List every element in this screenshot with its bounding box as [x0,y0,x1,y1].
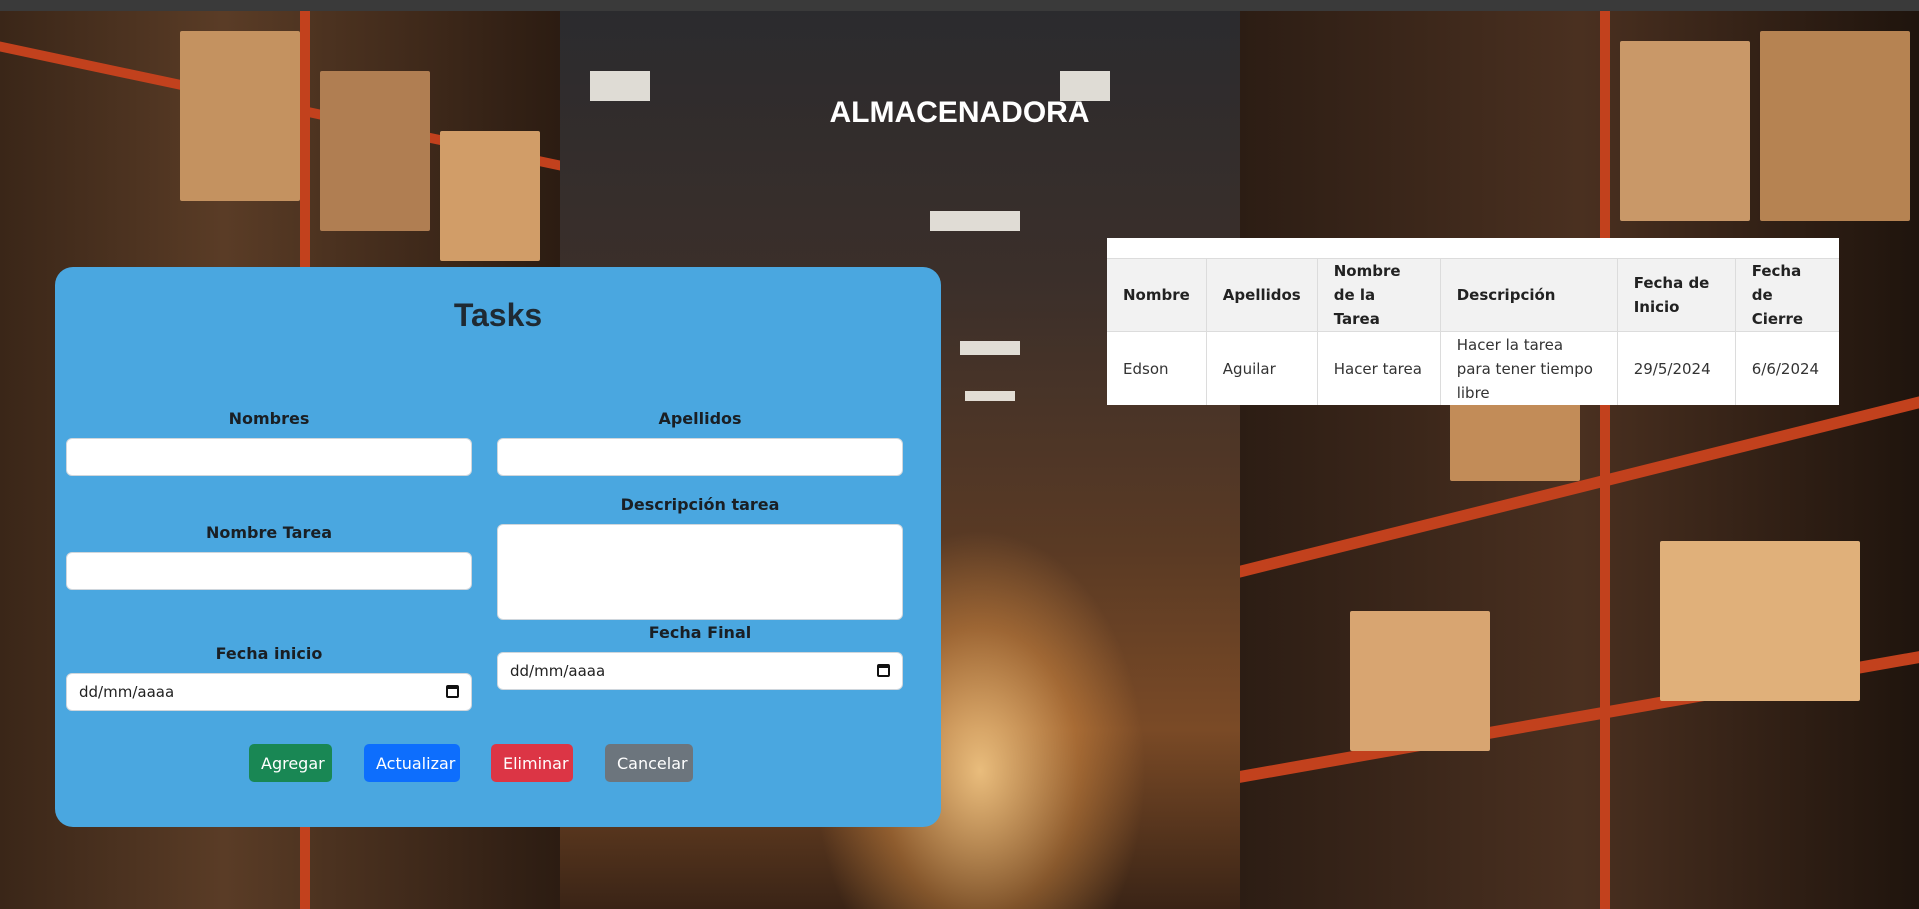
crate [1620,41,1750,221]
fecha-inicio-label: Fecha inicio [215,644,323,663]
cancelar-button[interactable]: Cancelar [605,744,693,782]
calendar-icon[interactable] [877,664,890,677]
cell-apellidos: Aguilar [1206,331,1318,405]
fecha-inicio-input[interactable]: dd/mm/aaaa [66,673,472,711]
eliminar-button[interactable]: Eliminar [491,744,573,782]
shelf-post [1600,11,1610,909]
ceiling-light [965,391,1015,401]
actualizar-button[interactable]: Actualizar [364,744,460,782]
table-header-row: Nombre Apellidos Nombre de la Tarea Desc… [1107,258,1839,332]
tasks-table-container: Nombre Apellidos Nombre de la Tarea Desc… [1107,238,1839,405]
fecha-final-input[interactable]: dd/mm/aaaa [497,652,903,690]
apellidos-input[interactable] [497,438,903,476]
apellidos-label: Apellidos [658,409,742,428]
descripcion-textarea[interactable] [497,524,903,620]
crate [440,131,540,261]
calendar-icon[interactable] [446,685,459,698]
crate [1660,541,1860,701]
header-fecha-cierre: Fecha de Cierre [1735,258,1839,332]
page-title: ALMACENADORA [829,96,1090,129]
fecha-inicio-placeholder: dd/mm/aaaa [79,683,175,701]
table-row[interactable]: Edson Aguilar Hacer tarea Hacer la tarea… [1107,331,1839,405]
cell-fecha-inicio: 29/5/2024 [1617,331,1736,405]
header-fecha-inicio: Fecha de Inicio [1617,258,1736,332]
cell-descripcion: Hacer la tarea para tener tiempo libre [1440,331,1618,405]
fecha-final-field: Fecha Final dd/mm/aaaa [497,623,903,690]
nombre-tarea-label: Nombre Tarea [205,523,332,542]
crate [320,71,430,231]
fecha-final-placeholder: dd/mm/aaaa [510,662,606,680]
header-nombre: Nombre [1107,258,1207,332]
nombres-input[interactable] [66,438,472,476]
tasks-table: Nombre Apellidos Nombre de la Tarea Desc… [1107,258,1839,405]
browser-top-bar [0,0,1919,11]
form-title: Tasks [453,297,543,333]
nombre-tarea-input[interactable] [66,552,472,590]
nombres-field: Nombres [66,409,472,476]
cell-nombre: Edson [1107,331,1207,405]
nombres-label: Nombres [228,409,310,428]
descripcion-field: Descripción tarea [497,495,903,624]
crate [1350,611,1490,751]
ceiling-light [960,341,1020,355]
tasks-form-card: Tasks Nombres Apellidos Nombre Tarea Des… [55,267,941,827]
cell-fecha-cierre: 6/6/2024 [1751,359,1820,378]
descripcion-label: Descripción tarea [620,495,780,514]
ceiling-light [930,211,1020,231]
fecha-final-label: Fecha Final [648,623,752,642]
header-apellidos: Apellidos [1206,258,1318,332]
cell-nombre-tarea: Hacer tarea [1317,331,1441,405]
header-descripcion: Descripción [1440,258,1618,332]
agregar-button[interactable]: Agregar [249,744,332,782]
fecha-inicio-field: Fecha inicio dd/mm/aaaa [66,644,472,711]
apellidos-field: Apellidos [497,409,903,476]
header-nombre-tarea: Nombre de la Tarea [1317,258,1441,332]
nombre-tarea-field: Nombre Tarea [66,523,472,590]
